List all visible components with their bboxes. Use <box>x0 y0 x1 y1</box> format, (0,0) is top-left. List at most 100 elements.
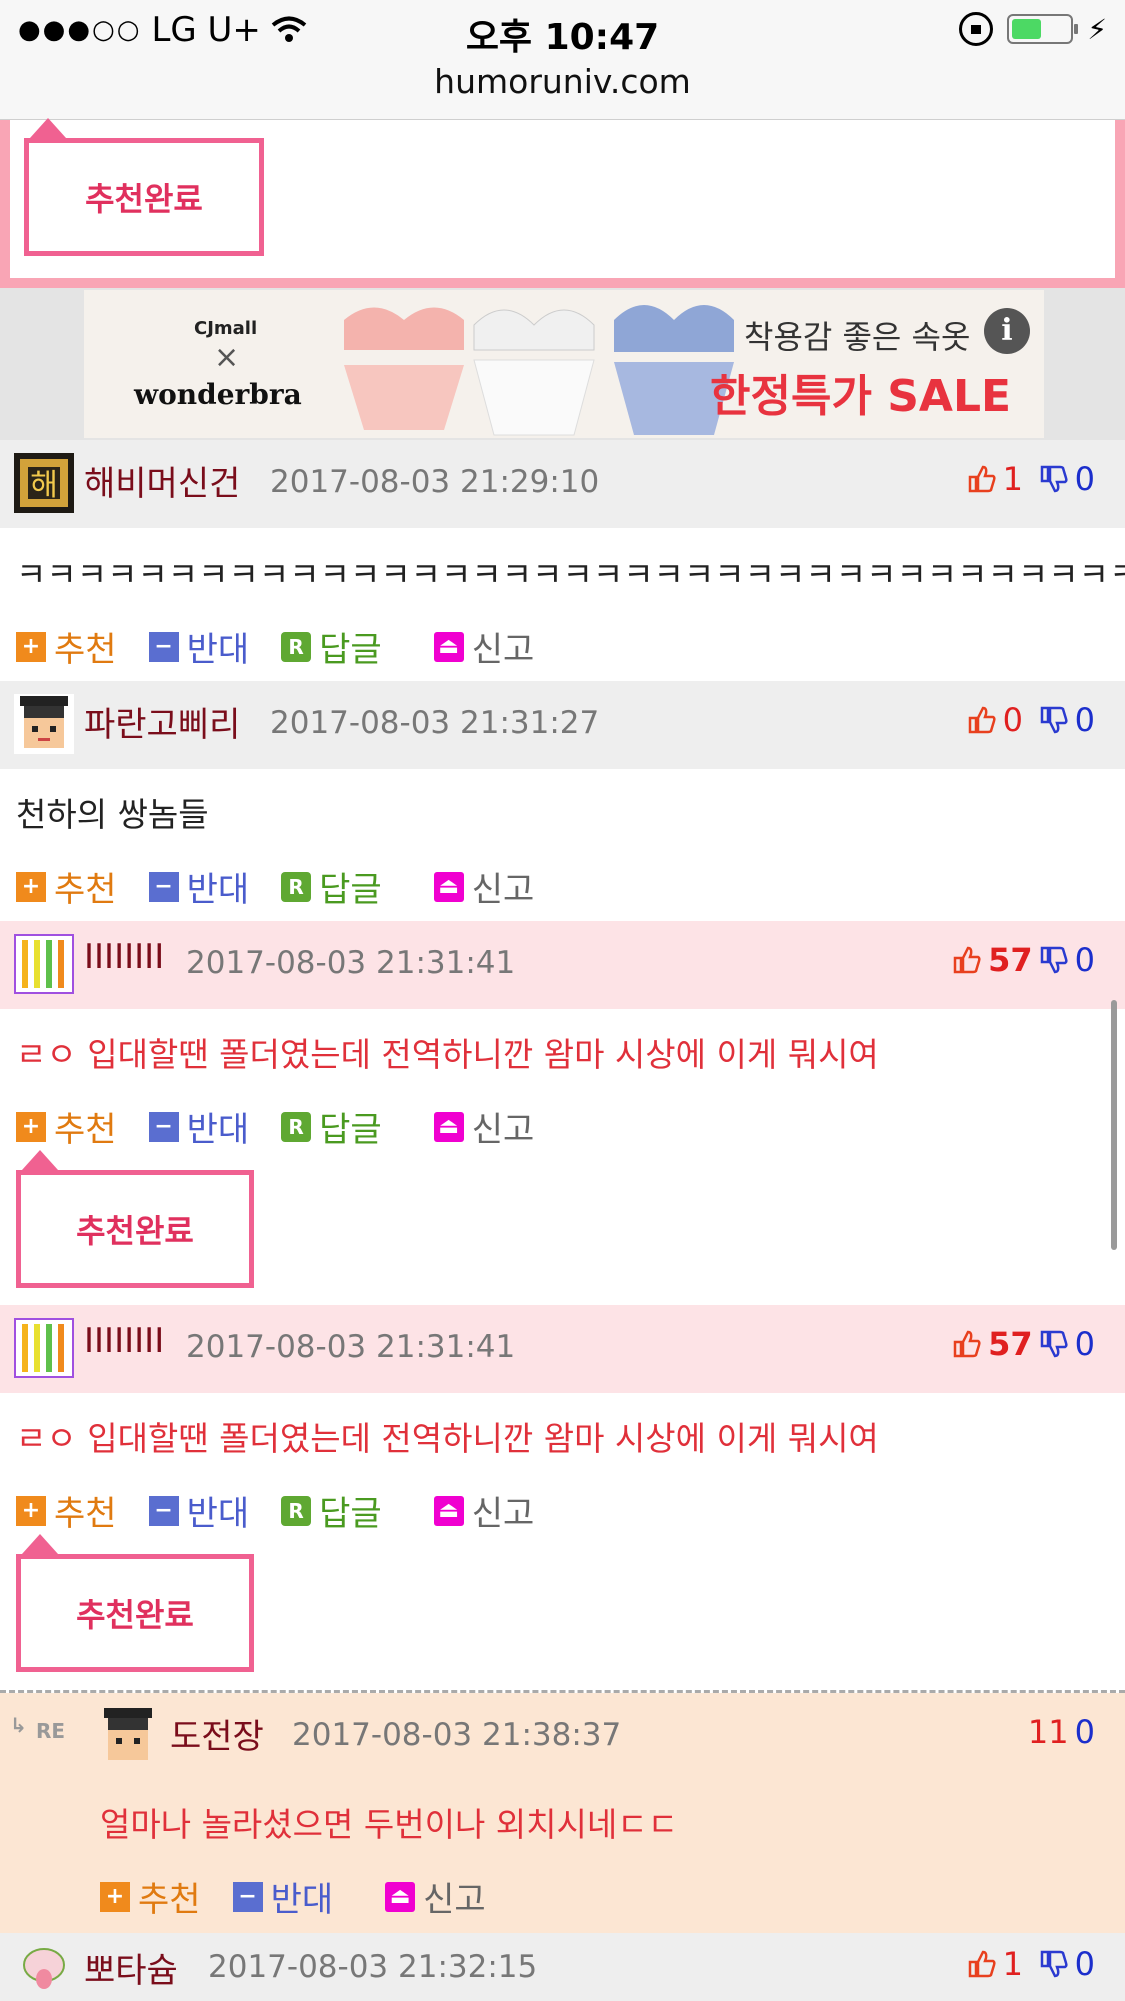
comment-date: 2017-08-03 21:31:27 <box>270 705 600 741</box>
svg-text:해: 해 <box>30 468 58 503</box>
comment-nickname[interactable]: IIIIIIII <box>84 1321 164 1361</box>
comment-header: 파란고삐리 2017-08-03 21:31:27 0 0 <box>0 681 1125 769</box>
avatar <box>14 934 74 994</box>
ad-banner[interactable]: CJmall × wonderbra 착용감 좋은 속옷 한정특가 SALE i <box>84 290 1044 438</box>
reply-button[interactable]: R 답글 <box>281 1102 382 1151</box>
plus-icon: + <box>16 871 46 902</box>
ad-info-icon[interactable]: i <box>984 308 1030 354</box>
vote-counts: 1 0 <box>967 460 1095 498</box>
oppose-button[interactable]: − 반대 <box>148 862 249 911</box>
recommend-button[interactable]: + 추천 <box>100 1872 201 1921</box>
recommend-button[interactable]: + 추천 <box>16 1102 117 1151</box>
ad-brand-cjmall: CJmall <box>194 318 258 339</box>
oppose-button[interactable]: − 반대 <box>232 1872 333 1921</box>
comment-header: 해 해비머신건 2017-08-03 21:29:10 1 0 <box>0 440 1125 528</box>
thumbs-down-icon <box>1040 946 1068 974</box>
comment-actions: + 추천 − 반대 R 답글 ⏏ 신고 <box>16 1486 566 1535</box>
recommend-button[interactable]: + 추천 <box>16 622 117 671</box>
plus-icon: + <box>16 1111 46 1142</box>
status-icons: ⚡ <box>959 12 1107 46</box>
reply-button[interactable]: R 답글 <box>281 862 382 911</box>
comment-actions: + 추천 − 반대 R 답글 ⏏ 신고 <box>16 862 566 911</box>
report-button[interactable]: ⏏ 신고 <box>433 1102 534 1151</box>
comment-date: 2017-08-03 21:31:41 <box>186 945 516 981</box>
oppose-button[interactable]: − 반대 <box>148 622 249 671</box>
siren-icon: ⏏ <box>433 1111 464 1142</box>
avatar <box>14 1318 74 1378</box>
comment-nickname[interactable]: 파란고삐리 <box>84 697 240 746</box>
comment-nickname[interactable]: 뽀타슘 <box>84 1943 178 1992</box>
comment-actions: + 추천 − 반대 R 답글 ⏏ 신고 <box>16 1102 566 1151</box>
comment-nickname[interactable]: 도전장 <box>170 1709 264 1758</box>
minus-icon: − <box>148 631 179 662</box>
up-count: 0 <box>1002 701 1023 739</box>
oppose-button[interactable]: − 반대 <box>148 1102 249 1151</box>
reply-header: ↳ RE 도전장 2017-08-03 21:38:37 11 0 <box>0 1693 1125 1781</box>
thumbs-up-icon <box>953 946 981 974</box>
re-label: RE <box>36 1719 66 1743</box>
siren-icon: ⏏ <box>433 871 464 902</box>
up-count: 57 <box>988 1325 1033 1363</box>
popup-arrow-icon <box>30 118 66 138</box>
recommend-done-popup: 추천완료 <box>24 138 264 256</box>
reply-button[interactable]: R 답글 <box>281 622 382 671</box>
comment-date: 2017-08-03 21:31:41 <box>186 1329 516 1365</box>
minus-icon: − <box>232 1881 263 1912</box>
ad-brand-wonderbra: wonderbra <box>134 378 302 411</box>
thumbs-up-icon <box>968 1950 996 1978</box>
comment-nickname[interactable]: IIIIIIII <box>84 937 164 977</box>
recommend-button[interactable]: + 추천 <box>16 862 117 911</box>
rotation-lock-icon <box>959 12 994 46</box>
minus-icon: − <box>148 1111 179 1142</box>
thumbs-down-icon <box>1040 1330 1068 1358</box>
charging-bolt-icon: ⚡ <box>1087 12 1107 46</box>
comment-nickname[interactable]: 해비머신건 <box>84 456 240 505</box>
thumbs-down-icon <box>1040 706 1068 734</box>
down-count: 0 <box>1074 701 1095 739</box>
thumbs-up-icon <box>953 1330 981 1358</box>
report-button[interactable]: ⏏ 신고 <box>433 1486 534 1535</box>
report-button[interactable]: ⏏ 신고 <box>385 1872 486 1921</box>
comment-header-best: IIIIIIII 2017-08-03 21:31:41 57 0 <box>0 1305 1125 1393</box>
up-count: 11 <box>1027 1713 1069 1751</box>
comment-header-best: IIIIIIII 2017-08-03 21:31:41 57 0 <box>0 921 1125 1009</box>
reply-arrow-icon: ↳ <box>10 1713 27 1737</box>
reply-button[interactable]: R 답글 <box>281 1486 382 1535</box>
ad-product-image <box>344 305 734 436</box>
reply-icon: R <box>281 1111 312 1142</box>
comment-text: 얼마나 놀라셨으면 두번이나 외치시네ㄷㄷ <box>100 1805 678 1844</box>
comment-actions: + 추천 − 반대 R 답글 ⏏ 신고 <box>16 622 566 671</box>
avatar <box>14 694 74 754</box>
scrollbar-thumb[interactable] <box>1111 1000 1117 1250</box>
vote-counts: 57 0 <box>952 1325 1095 1363</box>
avatar: 해 <box>14 453 74 513</box>
popup-arrow-icon <box>22 1534 58 1554</box>
comment-date: 2017-08-03 21:32:15 <box>208 1949 538 1985</box>
ad-banner-area: CJmall × wonderbra 착용감 좋은 속옷 한정특가 SALE i <box>0 288 1125 440</box>
vote-counts: 57 0 <box>952 941 1095 979</box>
up-count: 57 <box>988 941 1033 979</box>
vote-counts: 1 0 <box>967 1945 1095 1983</box>
avatar <box>14 1939 74 1999</box>
up-count: 1 <box>1002 460 1023 498</box>
down-count: 0 <box>1074 1325 1095 1363</box>
recommend-button[interactable]: + 추천 <box>16 1486 117 1535</box>
siren-icon: ⏏ <box>385 1881 416 1912</box>
plus-icon: + <box>16 1495 46 1526</box>
clock: 오후 10:47 <box>465 17 660 58</box>
url-bar[interactable]: humoruniv.com <box>0 62 1125 101</box>
comment-date: 2017-08-03 21:38:37 <box>292 1717 622 1753</box>
ad-copy-text: 착용감 좋은 속옷 <box>744 318 971 356</box>
oppose-button[interactable]: − 반대 <box>148 1486 249 1535</box>
down-count: 0 <box>1074 1713 1095 1751</box>
avatar <box>98 1706 158 1766</box>
report-button[interactable]: ⏏ 신고 <box>433 622 534 671</box>
popup-arrow-icon <box>22 1150 58 1170</box>
report-button[interactable]: ⏏ 신고 <box>433 862 534 911</box>
down-count: 0 <box>1074 460 1095 498</box>
comment-text: ㅋㅋㅋㅋㅋㅋㅋㅋㅋㅋㅋㅋㅋㅋㅋㅋㅋㅋㅋㅋㅋㅋㅋㅋㅋㅋㅋㅋㅋㅋㅋㅋㅋㅋㅋㅋㅋ <box>16 555 1125 594</box>
vote-counts: 0 0 <box>967 701 1095 739</box>
comment-text: 천하의 쌍놈들 <box>16 795 209 834</box>
thumbs-down-icon <box>1040 1950 1068 1978</box>
vote-counts: 11 0 <box>1028 1713 1095 1751</box>
